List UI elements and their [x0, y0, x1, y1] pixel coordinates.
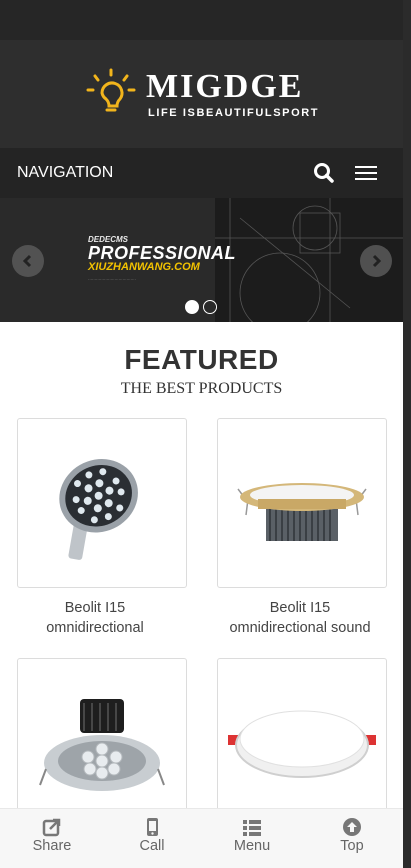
product-card-2[interactable]	[217, 418, 387, 588]
share-icon	[42, 818, 61, 837]
hamburger-line	[355, 178, 377, 180]
share-button[interactable]: Share	[2, 809, 102, 868]
product-card-4[interactable]	[217, 658, 387, 828]
panel-light-image	[228, 710, 376, 778]
product-card-3[interactable]	[17, 658, 187, 828]
slider-next-button[interactable]	[360, 245, 392, 277]
arrow-up-circle-icon	[343, 818, 361, 836]
menu-label: Menu	[233, 838, 271, 854]
hamburger-line	[355, 166, 377, 168]
top-strip	[0, 0, 403, 41]
top-label: Top	[340, 838, 364, 854]
call-label: Call	[139, 838, 165, 854]
logo-title: MIGDGE	[146, 68, 304, 105]
banner-fine-print: ····································	[88, 277, 136, 282]
hamburger-line	[355, 172, 377, 174]
top-button[interactable]: Top	[302, 809, 402, 868]
main-content: FEATURED THE BEST PRODUCTS Beolit I15 om…	[0, 322, 403, 867]
chevron-left-icon	[22, 254, 32, 268]
list-icon	[243, 820, 261, 836]
downlight-image	[237, 483, 367, 541]
menu-button[interactable]: Menu	[202, 809, 302, 868]
product-card-1[interactable]	[17, 418, 187, 588]
navigation-title: NAVIGATION	[17, 164, 114, 181]
product-name-1[interactable]: Beolit I15 omnidirectional	[0, 598, 195, 638]
product-name-line: Beolit I15	[269, 600, 331, 616]
product-name-line: omnidirectional sound	[229, 620, 371, 636]
logo-subtitle: LIFE ISBEAUTIFULSPORT	[148, 107, 320, 119]
banner-url-text: XIUZHANWANG.COM	[88, 261, 200, 273]
page-frame: MIGDGE LIFE ISBEAUTIFULSPORT NAVIGATION	[0, 0, 403, 868]
search-icon	[314, 163, 334, 183]
navigation-bar: NAVIGATION	[0, 148, 403, 198]
section-subtitle: THE BEST PRODUCTS	[120, 380, 283, 397]
phone-icon	[147, 818, 158, 836]
call-button[interactable]: Call	[102, 809, 202, 868]
slider-dot-active[interactable]	[185, 300, 199, 314]
search-button[interactable]	[311, 160, 337, 186]
scroll-gutter	[403, 0, 411, 867]
slider-dot[interactable]	[203, 300, 217, 314]
logo[interactable]: MIGDGE LIFE ISBEAUTIFULSPORT	[86, 68, 326, 120]
hamburger-menu-button[interactable]	[352, 162, 380, 184]
product-name-2[interactable]: Beolit I15 omnidirectional sound	[200, 598, 400, 638]
floodlight-image	[59, 459, 138, 560]
chevron-right-icon	[372, 254, 382, 268]
slider-prev-button[interactable]	[12, 245, 44, 277]
slider-pagination	[185, 300, 221, 314]
lightbulb-icon	[86, 68, 136, 112]
product-name-line: omnidirectional	[46, 620, 144, 636]
spotlight-image	[39, 699, 165, 791]
share-label: Share	[32, 838, 72, 854]
section-title: FEATURED	[124, 344, 279, 375]
banner-slider[interactable]: DEDECMS PROFESSIONAL XIUZHANWANG.COM ···…	[0, 198, 403, 322]
bottom-toolbar: Share Call Menu Top	[0, 808, 403, 868]
product-name-line: Beolit I15	[64, 600, 126, 616]
